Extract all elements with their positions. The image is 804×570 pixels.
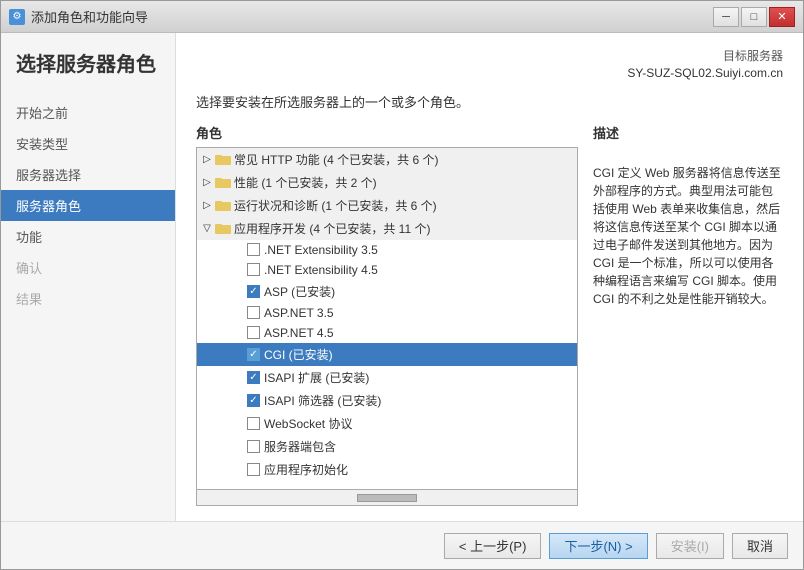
role-item-label: 服务器端包含 — [264, 438, 336, 455]
spacer-icon — [233, 244, 245, 256]
role-checkbox[interactable]: ✓ — [247, 394, 260, 407]
next-button[interactable]: 下一步(N) > — [549, 533, 647, 559]
description-text: CGI 定义 Web 服务器将信息传送至外部程序的方式。典型用法可能包括使用 W… — [593, 164, 783, 308]
role-item-label: 应用程序初始化 — [264, 461, 348, 478]
title-bar: ⚙ 添加角色和功能向导 ─ □ ✕ — [1, 1, 803, 33]
two-column-layout: 角色 ▷ 常见 HTTP 功能 (4 个已安装，共 6 个) — [196, 123, 783, 506]
role-item-label: CGI (已安装) — [264, 346, 333, 363]
sidebar-item-features[interactable]: 功能 — [1, 221, 175, 252]
target-server-name: SY-SUZ-SQL02.Suiyi.com.cn — [196, 65, 783, 82]
spacer-icon — [233, 463, 245, 475]
role-item-label: 常见 HTTP 功能 (4 个已安装，共 6 个) — [234, 151, 438, 168]
spacer-icon — [233, 307, 245, 319]
list-item[interactable]: ▷ 性能 (1 个已安装，共 2 个) — [197, 171, 577, 194]
list-item[interactable]: .NET Extensibility 3.5 — [197, 240, 577, 260]
role-checkbox[interactable] — [247, 326, 260, 339]
content-description: 选择要安装在所选服务器上的一个或多个角色。 — [196, 92, 783, 111]
role-item-label: ISAPI 筛选器 (已安装) — [264, 392, 381, 409]
spacer-icon — [233, 348, 245, 360]
role-item-label: .NET Extensibility 4.5 — [264, 263, 378, 277]
roles-list: ▷ 常见 HTTP 功能 (4 个已安装，共 6 个) ▷ — [197, 148, 577, 481]
list-item[interactable]: .NET Extensibility 4.5 — [197, 260, 577, 280]
list-item[interactable]: ✓ ASP (已安装) — [197, 280, 577, 303]
install-button[interactable]: 安装(I) — [656, 533, 724, 559]
scroll-thumb — [357, 494, 417, 502]
window-title: 添加角色和功能向导 — [31, 7, 148, 26]
app-icon: ⚙ — [9, 9, 25, 25]
role-checkbox[interactable]: ✓ — [247, 348, 260, 361]
list-item[interactable]: ▷ 运行状况和诊断 (1 个已安装，共 6 个) — [197, 194, 577, 217]
spacer-icon — [233, 371, 245, 383]
role-checkbox[interactable] — [247, 417, 260, 430]
role-item-label: .NET Extensibility 3.5 — [264, 243, 378, 257]
list-item[interactable]: ▷ 常见 HTTP 功能 (4 个已安装，共 6 个) — [197, 148, 577, 171]
role-checkbox[interactable] — [247, 440, 260, 453]
title-bar-left: ⚙ 添加角色和功能向导 — [9, 7, 148, 26]
list-item[interactable]: ▽ 应用程序开发 (4 个已安装，共 11 个) — [197, 217, 577, 240]
prev-button[interactable]: < 上一步(P) — [444, 533, 542, 559]
page-title: 选择服务器角色 — [1, 53, 175, 97]
role-item-label: ASP.NET 3.5 — [264, 306, 334, 320]
folder-icon — [215, 199, 231, 211]
roles-header: 角色 — [196, 123, 578, 142]
horizontal-scrollbar[interactable] — [196, 490, 578, 506]
list-item[interactable]: ASP.NET 3.5 — [197, 303, 577, 323]
description-section: 描述 CGI 定义 Web 服务器将信息传送至外部程序的方式。典型用法可能包括使… — [593, 123, 783, 506]
role-checkbox[interactable]: ✓ — [247, 285, 260, 298]
spacer-icon — [233, 394, 245, 406]
target-server-info: 目标服务器 SY-SUZ-SQL02.Suiyi.com.cn — [196, 48, 783, 82]
role-item-label: WebSocket 协议 — [264, 415, 352, 432]
sidebar-item-confirm: 确认 — [1, 252, 175, 283]
sidebar-item-start[interactable]: 开始之前 — [1, 97, 175, 128]
expand-icon: ▽ — [201, 222, 213, 234]
list-item[interactable]: WebSocket 协议 — [197, 412, 577, 435]
list-item[interactable]: 应用程序初始化 — [197, 458, 577, 481]
close-button[interactable]: ✕ — [769, 7, 795, 27]
role-checkbox[interactable] — [247, 463, 260, 476]
expand-icon: ▷ — [201, 153, 213, 165]
roles-list-container[interactable]: ▷ 常见 HTTP 功能 (4 个已安装，共 6 个) ▷ — [196, 147, 578, 490]
list-item[interactable]: 服务器端包含 — [197, 435, 577, 458]
sidebar: 选择服务器角色 开始之前 安装类型 服务器选择 服务器角色 功能 确认 结果 — [1, 33, 176, 521]
role-checkbox[interactable]: ✓ — [247, 371, 260, 384]
footer: < 上一步(P) 下一步(N) > 安装(I) 取消 — [1, 521, 803, 569]
role-item-label: 运行状况和诊断 (1 个已安装，共 6 个) — [234, 197, 437, 214]
expand-icon: ▷ — [201, 199, 213, 211]
target-server-label: 目标服务器 — [196, 48, 783, 65]
role-item-label: 应用程序开发 (4 个已安装，共 11 个) — [234, 220, 430, 237]
description-header: 描述 — [593, 123, 783, 142]
sidebar-item-server-roles[interactable]: 服务器角色 — [1, 190, 175, 221]
main-content: 选择服务器角色 开始之前 安装类型 服务器选择 服务器角色 功能 确认 结果 — [1, 33, 803, 521]
minimize-button[interactable]: ─ — [713, 7, 739, 27]
folder-icon — [215, 153, 231, 165]
window-controls: ─ □ ✕ — [713, 7, 795, 27]
sidebar-item-server-selection[interactable]: 服务器选择 — [1, 159, 175, 190]
cancel-button[interactable]: 取消 — [732, 533, 788, 559]
role-checkbox[interactable] — [247, 243, 260, 256]
list-item[interactable]: ✓ CGI (已安装) — [197, 343, 577, 366]
spacer-icon — [233, 440, 245, 452]
folder-icon — [215, 222, 231, 234]
role-item-label: ASP (已安装) — [264, 283, 335, 300]
expand-icon: ▷ — [201, 176, 213, 188]
sidebar-item-install-type[interactable]: 安装类型 — [1, 128, 175, 159]
role-item-label: 性能 (1 个已安装，共 2 个) — [234, 174, 377, 191]
role-item-label: ISAPI 扩展 (已安装) — [264, 369, 369, 386]
folder-icon — [215, 176, 231, 188]
window: ⚙ 添加角色和功能向导 ─ □ ✕ 选择服务器角色 开始之前 安装类型 服务器选… — [0, 0, 804, 570]
role-checkbox[interactable] — [247, 306, 260, 319]
role-checkbox[interactable] — [247, 263, 260, 276]
list-item[interactable]: ✓ ISAPI 筛选器 (已安装) — [197, 389, 577, 412]
spacer-icon — [233, 327, 245, 339]
sidebar-item-results: 结果 — [1, 283, 175, 314]
list-item[interactable]: ✓ ISAPI 扩展 (已安装) — [197, 366, 577, 389]
restore-button[interactable]: □ — [741, 7, 767, 27]
content-area: 目标服务器 SY-SUZ-SQL02.Suiyi.com.cn 选择要安装在所选… — [176, 33, 803, 521]
role-item-label: ASP.NET 4.5 — [264, 326, 334, 340]
list-item[interactable]: ASP.NET 4.5 — [197, 323, 577, 343]
spacer-icon — [233, 264, 245, 276]
roles-section: 角色 ▷ 常见 HTTP 功能 (4 个已安装，共 6 个) — [196, 123, 578, 506]
spacer-icon — [233, 285, 245, 297]
spacer-icon — [233, 417, 245, 429]
